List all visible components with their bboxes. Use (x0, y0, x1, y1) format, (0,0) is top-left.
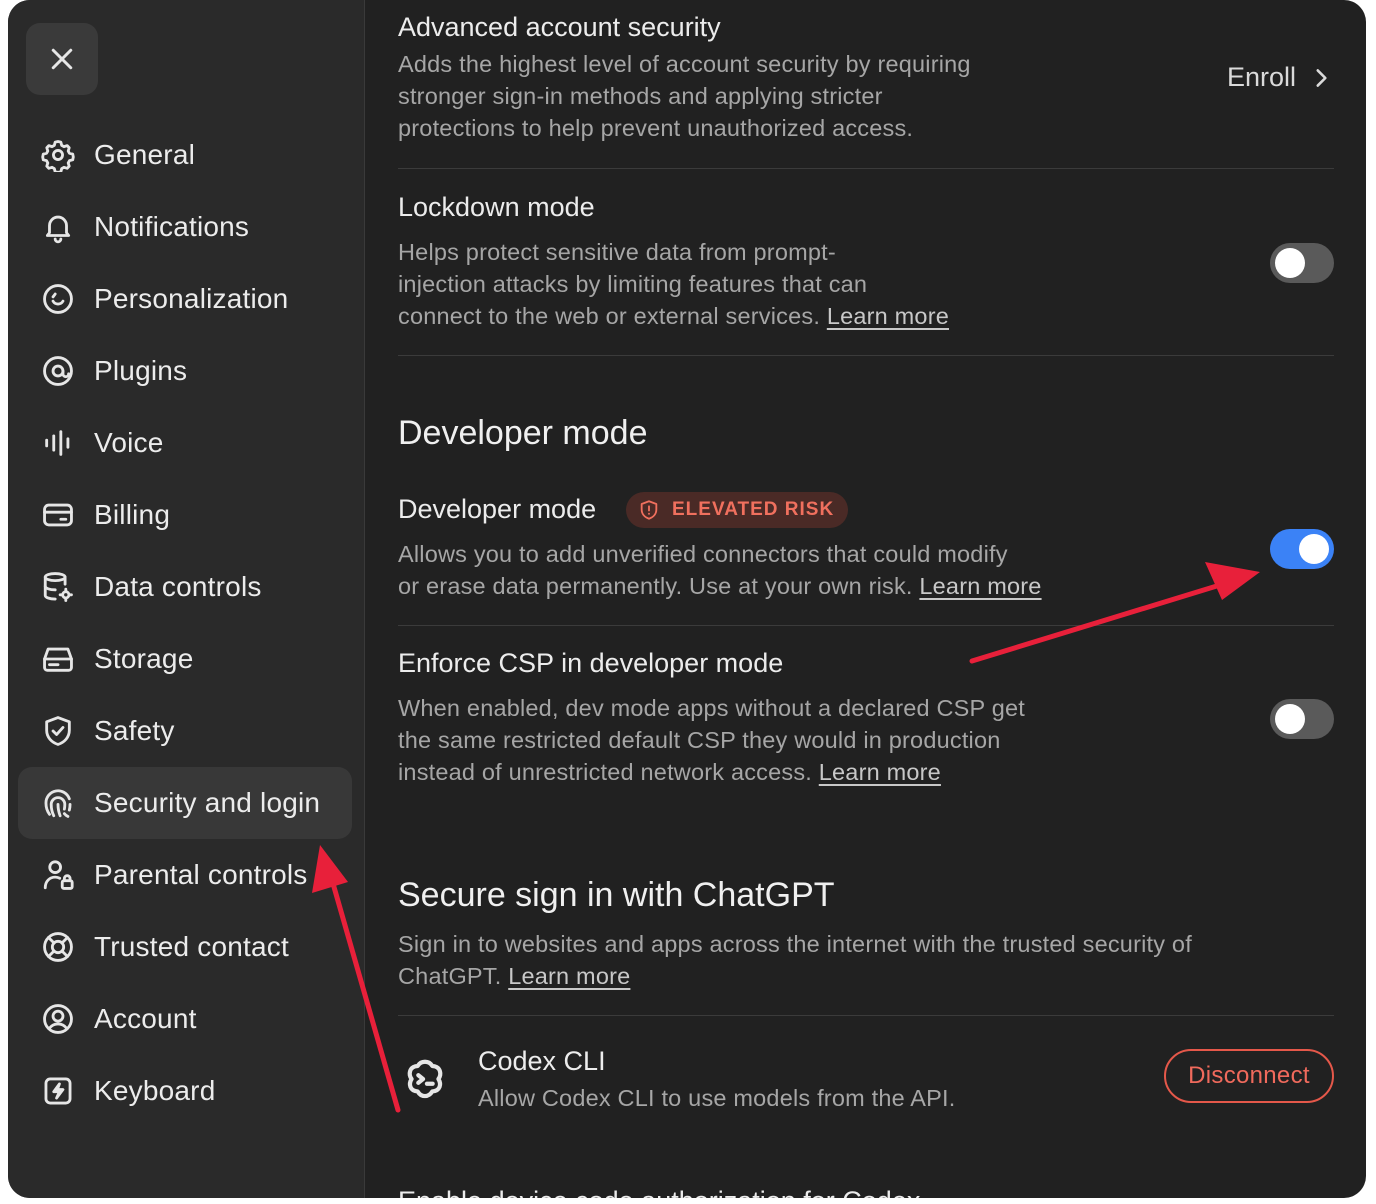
sidebar-item-personalization[interactable]: Personalization (18, 263, 352, 335)
lockdown-toggle[interactable] (1270, 243, 1334, 283)
enroll-label: Enroll (1226, 62, 1296, 92)
sidebar-item-label: General (94, 139, 196, 170)
card-icon (40, 497, 76, 533)
desc-line: connect to the web or external services. (398, 303, 821, 329)
cutoff-row-title: Enable device code authorization for Cod… (398, 1186, 920, 1198)
person-lock-icon (40, 857, 76, 893)
learn-more-link[interactable]: Learn more (827, 303, 949, 329)
sidebar-item-label: Billing (94, 499, 171, 530)
desc-line: instead of unrestricted network access. (398, 759, 813, 785)
enroll-button[interactable]: Enroll (1227, 62, 1334, 93)
advanced-security-description: Adds the highest level of account securi… (398, 48, 1098, 144)
desc-line: or erase data permanently. Use at your o… (398, 573, 913, 599)
secure-signin-description: Sign in to websites and apps across the … (398, 928, 1334, 992)
sidebar-item-general[interactable]: General (18, 119, 352, 191)
sidebar-item-label: Notifications (94, 211, 250, 242)
toggle-knob (1275, 704, 1305, 734)
toggle-knob (1275, 248, 1305, 278)
sidebar-item-keyboard[interactable]: Keyboard (18, 1055, 352, 1127)
sidebar-item-storage[interactable]: Storage (18, 623, 352, 695)
divider (398, 625, 1334, 626)
storage-icon (40, 641, 76, 677)
desc-line: the same restricted default CSP they wou… (398, 727, 1001, 753)
secure-signin-heading: Secure sign in with ChatGPT (398, 876, 835, 914)
sidebar-item-label: Data controls (94, 571, 262, 602)
codex-cli-icon (402, 1056, 448, 1102)
sidebar-item-label: Account (94, 1003, 197, 1034)
waveform-icon (40, 425, 76, 461)
codex-cli-description: Allow Codex CLI to use models from the A… (478, 1085, 956, 1111)
sidebar-item-label: Plugins (94, 355, 188, 386)
divider (398, 355, 1334, 356)
personalization-icon (40, 281, 76, 317)
sidebar-item-notifications[interactable]: Notifications (18, 191, 352, 263)
elevated-risk-badge: ELEVATED RISK (626, 492, 849, 528)
desc-line: Allows you to add unverified connectors … (398, 541, 1008, 567)
sidebar-item-label: Trusted contact (94, 931, 289, 962)
database-gear-icon (40, 569, 76, 605)
chevron-right-icon (1316, 68, 1327, 87)
plugins-icon (40, 353, 76, 389)
sidebar-item-label: Personalization (94, 283, 289, 314)
developer-section-heading: Developer mode (398, 414, 648, 452)
shield-check-icon (40, 713, 76, 749)
warning-shield-icon (640, 500, 658, 520)
settings-nav: General Notifications Personalization Pl… (18, 119, 352, 1127)
sidebar-item-account[interactable]: Account (18, 983, 352, 1055)
sidebar-item-label: Safety (94, 715, 175, 746)
desc-line: stronger sign-in methods and applying st… (398, 83, 883, 109)
badge-label: ELEVATED RISK (672, 499, 835, 520)
lifebuoy-icon (40, 929, 76, 965)
sidebar-item-billing[interactable]: Billing (18, 479, 352, 551)
sidebar-item-voice[interactable]: Voice (18, 407, 352, 479)
desc-line: Sign in to websites and apps across the … (398, 931, 1192, 957)
enforce-csp-toggle[interactable] (1270, 699, 1334, 739)
desc-line: Adds the highest level of account securi… (398, 51, 971, 77)
sidebar-item-safety[interactable]: Safety (18, 695, 352, 767)
sidebar-item-trusted-contact[interactable]: Trusted contact (18, 911, 352, 983)
sidebar-item-data-controls[interactable]: Data controls (18, 551, 352, 623)
settings-window: General Notifications Personalization Pl… (8, 0, 1366, 1198)
codex-cli-name: Codex CLI (478, 1046, 606, 1076)
close-button[interactable] (26, 23, 98, 95)
gear-icon (40, 137, 76, 173)
developer-mode-description: Allows you to add unverified connectors … (398, 538, 1158, 602)
learn-more-link[interactable]: Learn more (819, 759, 941, 785)
divider (398, 1015, 1334, 1016)
lockdown-description: Helps protect sensitive data from prompt… (398, 236, 1098, 332)
advanced-security-title: Advanced account security (398, 12, 721, 42)
developer-mode-title: Developer mode (398, 494, 597, 524)
sidebar-item-label: Voice (94, 427, 164, 458)
close-icon (51, 48, 73, 70)
sidebar-item-plugins[interactable]: Plugins (18, 335, 352, 407)
sidebar-item-label: Parental controls (94, 859, 308, 890)
enforce-csp-description: When enabled, dev mode apps without a de… (398, 692, 1158, 788)
bell-icon (40, 209, 76, 245)
disconnect-button[interactable]: Disconnect (1164, 1049, 1334, 1103)
sidebar-item-security-and-login[interactable]: Security and login (18, 767, 352, 839)
desc-line: When enabled, dev mode apps without a de… (398, 695, 1025, 721)
desc-line: ChatGPT. (398, 963, 502, 989)
learn-more-link[interactable]: Learn more (508, 963, 630, 989)
sidebar-item-label: Storage (94, 643, 194, 674)
desc-line: injection attacks by limiting features t… (398, 271, 868, 297)
sidebar-item-parental-controls[interactable]: Parental controls (18, 839, 352, 911)
bolt-key-icon (40, 1073, 76, 1109)
sidebar-item-label: Keyboard (94, 1075, 216, 1106)
divider (398, 168, 1334, 169)
settings-sidebar: General Notifications Personalization Pl… (8, 0, 365, 1198)
security-login-icon (40, 785, 76, 821)
desc-line: Helps protect sensitive data from prompt… (398, 239, 836, 265)
toggle-knob (1299, 534, 1329, 564)
developer-mode-toggle[interactable] (1270, 529, 1334, 569)
learn-more-link[interactable]: Learn more (919, 573, 1041, 599)
enforce-csp-title: Enforce CSP in developer mode (398, 648, 784, 678)
sidebar-item-label: Security and login (94, 787, 321, 818)
user-circle-icon (40, 1001, 76, 1037)
desc-line: protections to help prevent unauthorized… (398, 115, 914, 141)
settings-content: Advanced account security Adds the highe… (398, 0, 1334, 1198)
lockdown-title: Lockdown mode (398, 192, 595, 222)
